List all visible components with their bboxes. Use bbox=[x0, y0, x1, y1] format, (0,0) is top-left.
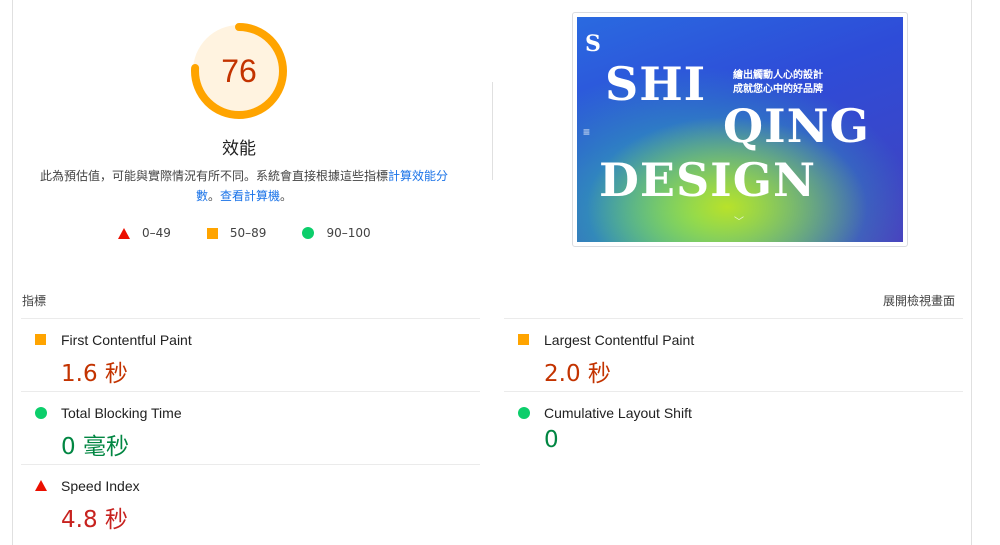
metric-name: First Contentful Paint bbox=[61, 332, 192, 348]
metric-name: Cumulative Layout Shift bbox=[544, 405, 692, 421]
metric-value: 1.6 秒 bbox=[61, 361, 128, 387]
metric-si: Speed Index 4.8 秒 bbox=[21, 464, 480, 537]
metric-value: 0 bbox=[544, 427, 559, 453]
metric-name: Speed Index bbox=[61, 478, 140, 494]
square-icon bbox=[35, 334, 46, 345]
circle-icon bbox=[302, 227, 315, 239]
metric-name: Largest Contentful Paint bbox=[544, 332, 695, 348]
performance-gauge[interactable]: 76 bbox=[183, 21, 295, 133]
metric-cls: Cumulative Layout Shift 0 bbox=[504, 391, 963, 464]
metric-lcp: Largest Contentful Paint 2.0 秒 bbox=[504, 318, 963, 391]
triangle-icon bbox=[35, 480, 47, 491]
headline-design: DESIGN bbox=[599, 153, 817, 207]
performance-score: 76 bbox=[221, 52, 257, 89]
chevron-down-icon: ﹀ bbox=[734, 217, 744, 228]
headline-shi: SHI bbox=[605, 57, 707, 111]
note-end: 。 bbox=[280, 189, 293, 203]
square-icon bbox=[206, 227, 218, 239]
tagline-line-1: 繪出觸動人心的設計 bbox=[733, 70, 823, 81]
triangle-icon bbox=[118, 227, 130, 239]
square-icon bbox=[518, 334, 529, 345]
calculator-link[interactable]: 查看計算機 bbox=[220, 189, 280, 203]
vertical-divider bbox=[492, 82, 493, 180]
headline-qing: QING bbox=[723, 99, 870, 153]
estimate-note: 此為預估值，可能與實際情況有所不同。系統會直接根據這些指標計算效能分數。查看計算… bbox=[34, 166, 454, 206]
note-text: 此為預估值，可能與實際情況有所不同。系統會直接根據這些指標 bbox=[39, 169, 388, 183]
legend-average-range: 50–89 bbox=[229, 226, 267, 240]
metric-tbt: Total Blocking Time 0 毫秒 bbox=[21, 391, 480, 464]
metric-value: 4.8 秒 bbox=[61, 507, 128, 533]
legend-average: 50–89 bbox=[206, 226, 267, 240]
legend-good: 90–100 bbox=[302, 226, 371, 240]
final-screenshot[interactable]: S ≡ SHI QING DESIGN 繪出觸動人心的設計 成就您心中的好品牌 … bbox=[572, 12, 908, 247]
site-logo: S bbox=[585, 31, 601, 57]
score-legend: 0–49 50–89 90–100 bbox=[118, 226, 407, 240]
screenshot-image: S ≡ SHI QING DESIGN 繪出觸動人心的設計 成就您心中的好品牌 … bbox=[577, 17, 903, 242]
circle-icon bbox=[518, 407, 530, 419]
metric-value: 2.0 秒 bbox=[544, 361, 611, 387]
tagline: 繪出觸動人心的設計 成就您心中的好品牌 bbox=[733, 69, 823, 97]
legend-poor-range: 0–49 bbox=[142, 226, 171, 240]
tagline-line-2: 成就您心中的好品牌 bbox=[733, 84, 823, 95]
performance-title: 效能 bbox=[222, 139, 256, 159]
hamburger-icon: ≡ bbox=[583, 125, 591, 139]
metric-value: 0 毫秒 bbox=[61, 434, 129, 460]
legend-good-range: 90–100 bbox=[326, 226, 371, 240]
legend-poor: 0–49 bbox=[118, 226, 171, 240]
note-separator: 。 bbox=[207, 189, 220, 203]
circle-icon bbox=[35, 407, 47, 419]
metric-fcp: First Contentful Paint 1.6 秒 bbox=[21, 318, 480, 391]
metrics-label: 指標 bbox=[22, 294, 47, 308]
expand-view-toggle[interactable]: 展開檢視畫面 bbox=[883, 292, 955, 309]
metric-name: Total Blocking Time bbox=[61, 405, 182, 421]
